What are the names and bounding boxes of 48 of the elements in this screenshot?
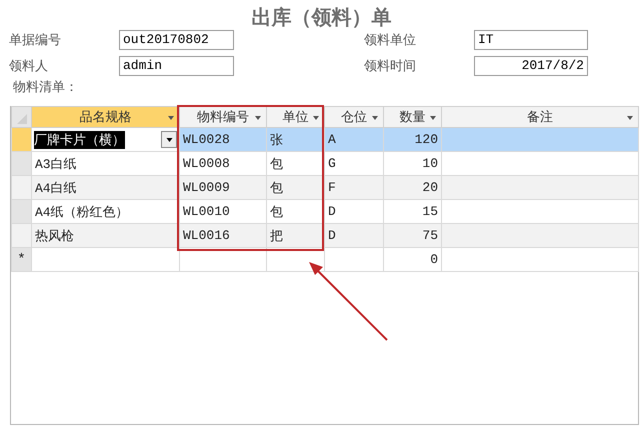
new-record-icon: *	[17, 252, 26, 268]
field-label: 领料人	[9, 58, 49, 76]
table-cell: 张	[270, 132, 283, 148]
table-cell: 10	[422, 156, 438, 171]
table-cell: 75	[422, 228, 438, 243]
form-title: 出库（领料）单	[250, 4, 392, 30]
table-cell: WL0016	[183, 228, 230, 243]
table-cell: 0	[430, 252, 438, 267]
table-cell: A	[328, 132, 336, 147]
table-cell: G	[328, 156, 336, 171]
column-header[interactable]: 仓位	[324, 106, 384, 128]
table-cell: A4白纸	[35, 180, 77, 196]
table-cell: WL0008	[183, 156, 230, 171]
list-label: 物料清单：	[12, 79, 79, 97]
dropdown-icon[interactable]	[313, 116, 319, 120]
column-header[interactable]: 备注	[442, 106, 638, 128]
table-cell: WL0010	[183, 204, 230, 219]
dropdown-icon[interactable]	[372, 116, 378, 120]
table-cell: D	[328, 228, 336, 243]
table-cell: 热风枪	[35, 228, 74, 244]
dropdown-icon[interactable]	[430, 116, 436, 120]
table-cell: 15	[422, 204, 438, 219]
field-label: 单据编号	[9, 32, 62, 50]
table-cell: 把	[270, 228, 283, 244]
table-cell: 包	[270, 156, 283, 172]
table-cell: F	[328, 180, 336, 195]
dropdown-icon[interactable]	[627, 116, 633, 120]
dropdown-icon[interactable]	[255, 116, 261, 120]
table-cell: D	[328, 204, 336, 219]
table-cell: A3白纸	[35, 156, 77, 172]
table-cell: 20	[422, 180, 438, 195]
table-cell: A4纸（粉红色）	[35, 204, 129, 220]
table-cell: 包	[270, 180, 283, 196]
column-header[interactable]: 物料编号	[180, 106, 266, 128]
table-cell: 120	[414, 132, 438, 147]
column-header[interactable]: 品名规格	[32, 106, 180, 128]
table-cell: WL0028	[183, 132, 230, 147]
dropdown-icon[interactable]	[168, 116, 174, 120]
column-header[interactable]: 单位	[266, 106, 324, 128]
column-header[interactable]: 数量	[384, 106, 442, 128]
table-cell: 包	[270, 204, 283, 220]
input-field[interactable]: 2017/8/2	[474, 56, 588, 76]
table-cell: WL0009	[183, 180, 230, 195]
input-field[interactable]: IT	[474, 30, 588, 50]
field-label: 领料时间	[364, 58, 417, 76]
input-field[interactable]: admin	[119, 56, 234, 76]
input-field[interactable]: out20170802	[119, 30, 234, 50]
field-label: 领料单位	[364, 32, 417, 50]
